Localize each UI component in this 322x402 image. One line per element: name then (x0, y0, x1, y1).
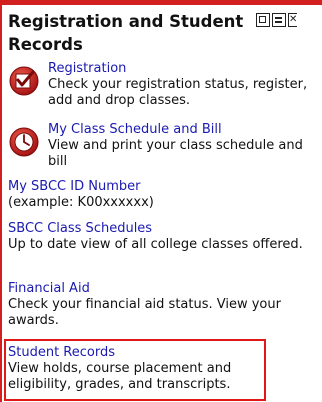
close-icon[interactable]: ✕ (288, 13, 297, 27)
portlet-title: Registration and Student Records (8, 12, 244, 54)
class-schedule-bill-link[interactable]: My Class Schedule and Bill (8, 122, 320, 138)
portlet-controls: ✕ (256, 13, 297, 27)
list-item-registration: Registration Check your registration sta… (8, 61, 320, 109)
sbcc-id-description: (example: K00xxxxxx) (8, 195, 154, 210)
sbcc-class-schedules-description: Up to date view of all college classes o… (8, 237, 303, 252)
list-item-class-schedule-bill: My Class Schedule and Bill View and prin… (8, 122, 320, 170)
student-records-link[interactable]: Student Records (8, 345, 266, 361)
sbcc-id-link[interactable]: My SBCC ID Number (8, 179, 320, 195)
sbcc-class-schedules-link[interactable]: SBCC Class Schedules (8, 221, 320, 237)
class-schedule-bill-description: View and print your class schedule and b… (48, 138, 303, 169)
maximize-icon[interactable] (272, 13, 286, 27)
list-item-student-records: Student Records View holds, course place… (8, 345, 266, 393)
list-item-sbcc-class-schedules: SBCC Class Schedules Up to date view of … (8, 221, 320, 253)
registration-description: Check your registration status, register… (48, 77, 308, 108)
registration-link[interactable]: Registration (8, 61, 320, 77)
financial-aid-link[interactable]: Financial Aid (8, 281, 320, 297)
clock-icon (8, 126, 40, 163)
registration-check-icon (8, 65, 40, 102)
student-records-description: View holds, course placement and eligibi… (8, 361, 232, 392)
minimize-icon[interactable] (256, 13, 270, 27)
portlet-left-border (0, 0, 2, 402)
financial-aid-description: Check your financial aid status. View yo… (8, 297, 281, 328)
portlet-top-border (0, 0, 322, 5)
list-item-financial-aid: Financial Aid Check your financial aid s… (8, 281, 320, 329)
list-item-sbcc-id: My SBCC ID Number (example: K00xxxxxx) (8, 179, 320, 211)
